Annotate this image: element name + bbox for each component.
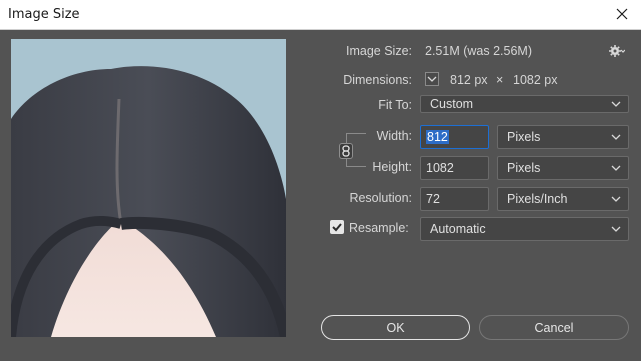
height-value: 1082: [426, 161, 454, 175]
ok-button[interactable]: OK: [321, 315, 470, 340]
dimensions-width-value: 812 px: [450, 73, 488, 87]
gear-icon[interactable]: [609, 44, 626, 58]
dialog-title: Image Size: [8, 7, 80, 22]
resample-value: Automatic: [430, 222, 486, 236]
width-unit-value: Pixels: [507, 130, 541, 144]
height-unit-value: Pixels: [507, 161, 541, 175]
resolution-unit-select[interactable]: Pixels/Inch: [497, 187, 629, 211]
resolution-input[interactable]: 72: [420, 187, 489, 211]
dimensions-unit-dropdown[interactable]: [425, 72, 439, 86]
resolution-label: Resolution:: [349, 191, 412, 205]
width-input[interactable]: 812: [420, 125, 489, 149]
resample-select[interactable]: Automatic: [420, 217, 629, 241]
width-value: 812: [426, 130, 449, 144]
dimensions-separator: ×: [496, 73, 504, 87]
height-unit-select[interactable]: Pixels: [497, 156, 629, 180]
image-size-value: 2.51M (was 2.56M): [425, 44, 532, 58]
image-preview[interactable]: [11, 39, 286, 337]
resolution-unit-value: Pixels/Inch: [507, 192, 568, 206]
chevron-down-icon: [611, 226, 621, 232]
height-input[interactable]: 1082: [420, 156, 489, 180]
close-icon[interactable]: [610, 4, 634, 26]
chevron-down-icon: [611, 196, 621, 202]
check-icon: [332, 223, 342, 232]
chevron-down-icon: [611, 134, 621, 140]
fit-to-select[interactable]: Custom: [420, 95, 629, 113]
title-bar: Image Size: [0, 0, 641, 30]
chevron-down-icon: [611, 101, 621, 107]
resample-checkbox[interactable]: [330, 220, 344, 234]
height-label: Height:: [372, 160, 412, 174]
fit-to-value: Custom: [430, 97, 474, 111]
image-size-label: Image Size:: [345, 44, 412, 58]
cancel-button[interactable]: Cancel: [479, 315, 629, 340]
resample-label: Resample:: [349, 221, 409, 235]
chevron-down-icon: [427, 76, 437, 82]
dimensions-label: Dimensions:: [343, 73, 412, 87]
link-icon[interactable]: [339, 143, 353, 159]
chevron-down-icon: [611, 165, 621, 171]
width-unit-select[interactable]: Pixels: [497, 125, 629, 149]
resolution-value: 72: [426, 192, 440, 206]
fit-to-label: Fit To:: [378, 98, 412, 112]
width-label: Width:: [376, 129, 412, 143]
dimensions-height-value: 1082 px: [513, 73, 558, 87]
